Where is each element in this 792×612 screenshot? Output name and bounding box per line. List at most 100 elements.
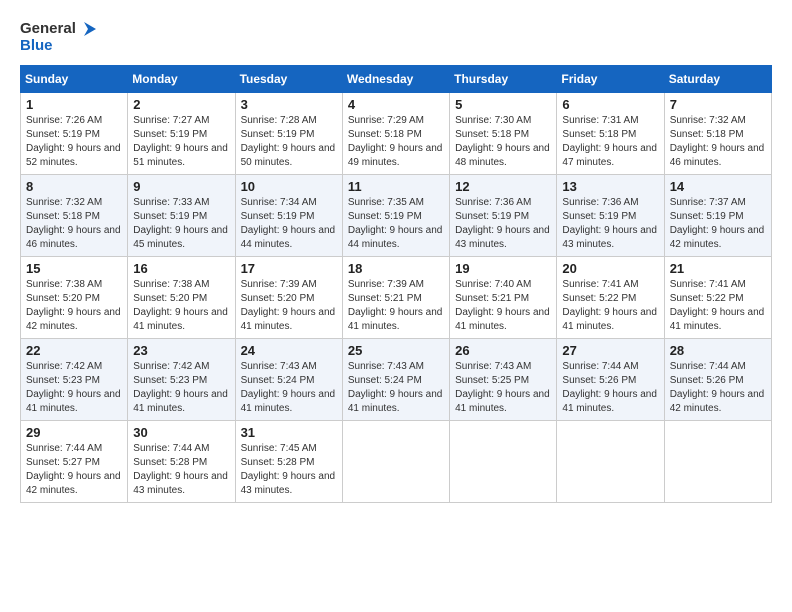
day-cell-3: 3 Sunrise: 7:28 AMSunset: 5:19 PMDayligh… bbox=[235, 92, 342, 174]
day-number: 23 bbox=[133, 343, 229, 358]
day-info: Sunrise: 7:36 AMSunset: 5:19 PMDaylight:… bbox=[562, 197, 657, 250]
day-cell-26: 26 Sunrise: 7:43 AMSunset: 5:25 PMDaylig… bbox=[450, 338, 557, 420]
day-info: Sunrise: 7:42 AMSunset: 5:23 PMDaylight:… bbox=[26, 361, 121, 414]
day-info: Sunrise: 7:44 AMSunset: 5:28 PMDaylight:… bbox=[133, 443, 228, 496]
day-info: Sunrise: 7:40 AMSunset: 5:21 PMDaylight:… bbox=[455, 279, 550, 332]
day-number: 1 bbox=[26, 97, 122, 112]
day-info: Sunrise: 7:41 AMSunset: 5:22 PMDaylight:… bbox=[562, 279, 657, 332]
header-tuesday: Tuesday bbox=[235, 65, 342, 92]
day-cell-21: 21 Sunrise: 7:41 AMSunset: 5:22 PMDaylig… bbox=[664, 256, 771, 338]
logo-arrow-icon bbox=[78, 20, 96, 38]
day-cell-27: 27 Sunrise: 7:44 AMSunset: 5:26 PMDaylig… bbox=[557, 338, 664, 420]
day-number: 6 bbox=[562, 97, 658, 112]
day-info: Sunrise: 7:36 AMSunset: 5:19 PMDaylight:… bbox=[455, 197, 550, 250]
day-number: 10 bbox=[241, 179, 337, 194]
day-number: 4 bbox=[348, 97, 444, 112]
day-number: 14 bbox=[670, 179, 766, 194]
header-saturday: Saturday bbox=[664, 65, 771, 92]
day-cell-8: 8 Sunrise: 7:32 AMSunset: 5:18 PMDayligh… bbox=[21, 174, 128, 256]
day-info: Sunrise: 7:43 AMSunset: 5:25 PMDaylight:… bbox=[455, 361, 550, 414]
logo: General Blue bbox=[20, 20, 96, 55]
day-number: 31 bbox=[241, 425, 337, 440]
day-cell-13: 13 Sunrise: 7:36 AMSunset: 5:19 PMDaylig… bbox=[557, 174, 664, 256]
day-cell-11: 11 Sunrise: 7:35 AMSunset: 5:19 PMDaylig… bbox=[342, 174, 449, 256]
day-number: 22 bbox=[26, 343, 122, 358]
day-cell-31: 31 Sunrise: 7:45 AMSunset: 5:28 PMDaylig… bbox=[235, 420, 342, 502]
day-number: 18 bbox=[348, 261, 444, 276]
day-info: Sunrise: 7:45 AMSunset: 5:28 PMDaylight:… bbox=[241, 443, 336, 496]
day-cell-18: 18 Sunrise: 7:39 AMSunset: 5:21 PMDaylig… bbox=[342, 256, 449, 338]
day-number: 28 bbox=[670, 343, 766, 358]
empty-cell bbox=[342, 420, 449, 502]
day-number: 7 bbox=[670, 97, 766, 112]
day-cell-17: 17 Sunrise: 7:39 AMSunset: 5:20 PMDaylig… bbox=[235, 256, 342, 338]
day-info: Sunrise: 7:35 AMSunset: 5:19 PMDaylight:… bbox=[348, 197, 443, 250]
day-info: Sunrise: 7:38 AMSunset: 5:20 PMDaylight:… bbox=[133, 279, 228, 332]
day-number: 3 bbox=[241, 97, 337, 112]
day-info: Sunrise: 7:44 AMSunset: 5:26 PMDaylight:… bbox=[670, 361, 765, 414]
day-cell-19: 19 Sunrise: 7:40 AMSunset: 5:21 PMDaylig… bbox=[450, 256, 557, 338]
empty-cell bbox=[450, 420, 557, 502]
day-cell-29: 29 Sunrise: 7:44 AMSunset: 5:27 PMDaylig… bbox=[21, 420, 128, 502]
day-cell-12: 12 Sunrise: 7:36 AMSunset: 5:19 PMDaylig… bbox=[450, 174, 557, 256]
day-info: Sunrise: 7:41 AMSunset: 5:22 PMDaylight:… bbox=[670, 279, 765, 332]
day-cell-10: 10 Sunrise: 7:34 AMSunset: 5:19 PMDaylig… bbox=[235, 174, 342, 256]
day-cell-4: 4 Sunrise: 7:29 AMSunset: 5:18 PMDayligh… bbox=[342, 92, 449, 174]
day-cell-1: 1 Sunrise: 7:26 AMSunset: 5:19 PMDayligh… bbox=[21, 92, 128, 174]
day-cell-15: 15 Sunrise: 7:38 AMSunset: 5:20 PMDaylig… bbox=[21, 256, 128, 338]
empty-cell bbox=[664, 420, 771, 502]
day-number: 25 bbox=[348, 343, 444, 358]
day-number: 26 bbox=[455, 343, 551, 358]
day-info: Sunrise: 7:34 AMSunset: 5:19 PMDaylight:… bbox=[241, 197, 336, 250]
day-info: Sunrise: 7:37 AMSunset: 5:19 PMDaylight:… bbox=[670, 197, 765, 250]
day-number: 27 bbox=[562, 343, 658, 358]
day-number: 29 bbox=[26, 425, 122, 440]
day-info: Sunrise: 7:30 AMSunset: 5:18 PMDaylight:… bbox=[455, 115, 550, 168]
day-info: Sunrise: 7:44 AMSunset: 5:26 PMDaylight:… bbox=[562, 361, 657, 414]
day-cell-6: 6 Sunrise: 7:31 AMSunset: 5:18 PMDayligh… bbox=[557, 92, 664, 174]
day-info: Sunrise: 7:26 AMSunset: 5:19 PMDaylight:… bbox=[26, 115, 121, 168]
day-cell-9: 9 Sunrise: 7:33 AMSunset: 5:19 PMDayligh… bbox=[128, 174, 235, 256]
day-info: Sunrise: 7:32 AMSunset: 5:18 PMDaylight:… bbox=[670, 115, 765, 168]
day-number: 15 bbox=[26, 261, 122, 276]
day-info: Sunrise: 7:29 AMSunset: 5:18 PMDaylight:… bbox=[348, 115, 443, 168]
day-cell-14: 14 Sunrise: 7:37 AMSunset: 5:19 PMDaylig… bbox=[664, 174, 771, 256]
day-number: 17 bbox=[241, 261, 337, 276]
header-sunday: Sunday bbox=[21, 65, 128, 92]
day-cell-28: 28 Sunrise: 7:44 AMSunset: 5:26 PMDaylig… bbox=[664, 338, 771, 420]
header-row: Sunday Monday Tuesday Wednesday Thursday… bbox=[21, 65, 772, 92]
calendar-week-2: 8 Sunrise: 7:32 AMSunset: 5:18 PMDayligh… bbox=[21, 174, 772, 256]
day-info: Sunrise: 7:27 AMSunset: 5:19 PMDaylight:… bbox=[133, 115, 228, 168]
day-info: Sunrise: 7:28 AMSunset: 5:19 PMDaylight:… bbox=[241, 115, 336, 168]
logo-general: General bbox=[20, 21, 76, 38]
day-number: 2 bbox=[133, 97, 229, 112]
calendar-week-3: 15 Sunrise: 7:38 AMSunset: 5:20 PMDaylig… bbox=[21, 256, 772, 338]
page-header: General Blue bbox=[20, 20, 772, 55]
header-thursday: Thursday bbox=[450, 65, 557, 92]
day-number: 20 bbox=[562, 261, 658, 276]
day-info: Sunrise: 7:39 AMSunset: 5:21 PMDaylight:… bbox=[348, 279, 443, 332]
day-number: 12 bbox=[455, 179, 551, 194]
day-info: Sunrise: 7:43 AMSunset: 5:24 PMDaylight:… bbox=[241, 361, 336, 414]
calendar-week-1: 1 Sunrise: 7:26 AMSunset: 5:19 PMDayligh… bbox=[21, 92, 772, 174]
day-info: Sunrise: 7:42 AMSunset: 5:23 PMDaylight:… bbox=[133, 361, 228, 414]
header-monday: Monday bbox=[128, 65, 235, 92]
day-cell-2: 2 Sunrise: 7:27 AMSunset: 5:19 PMDayligh… bbox=[128, 92, 235, 174]
empty-cell bbox=[557, 420, 664, 502]
day-cell-22: 22 Sunrise: 7:42 AMSunset: 5:23 PMDaylig… bbox=[21, 338, 128, 420]
day-cell-5: 5 Sunrise: 7:30 AMSunset: 5:18 PMDayligh… bbox=[450, 92, 557, 174]
calendar-week-4: 22 Sunrise: 7:42 AMSunset: 5:23 PMDaylig… bbox=[21, 338, 772, 420]
day-cell-25: 25 Sunrise: 7:43 AMSunset: 5:24 PMDaylig… bbox=[342, 338, 449, 420]
day-cell-20: 20 Sunrise: 7:41 AMSunset: 5:22 PMDaylig… bbox=[557, 256, 664, 338]
day-number: 9 bbox=[133, 179, 229, 194]
day-info: Sunrise: 7:43 AMSunset: 5:24 PMDaylight:… bbox=[348, 361, 443, 414]
day-cell-23: 23 Sunrise: 7:42 AMSunset: 5:23 PMDaylig… bbox=[128, 338, 235, 420]
day-number: 11 bbox=[348, 179, 444, 194]
day-number: 8 bbox=[26, 179, 122, 194]
day-number: 30 bbox=[133, 425, 229, 440]
day-cell-16: 16 Sunrise: 7:38 AMSunset: 5:20 PMDaylig… bbox=[128, 256, 235, 338]
day-info: Sunrise: 7:33 AMSunset: 5:19 PMDaylight:… bbox=[133, 197, 228, 250]
day-cell-24: 24 Sunrise: 7:43 AMSunset: 5:24 PMDaylig… bbox=[235, 338, 342, 420]
day-number: 21 bbox=[670, 261, 766, 276]
day-info: Sunrise: 7:32 AMSunset: 5:18 PMDaylight:… bbox=[26, 197, 121, 250]
